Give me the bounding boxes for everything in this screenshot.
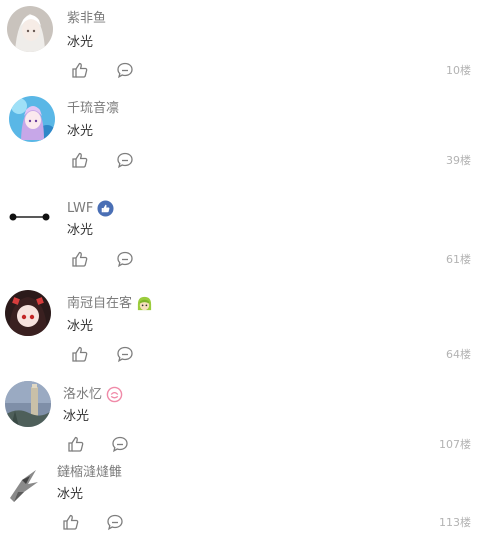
floor-number: 113楼	[439, 516, 471, 529]
like-icon[interactable]	[71, 250, 89, 268]
floor-number: 107楼	[439, 438, 471, 451]
like-icon[interactable]	[62, 513, 80, 531]
username-label[interactable]: 洛水忆	[63, 387, 102, 403]
avatar[interactable]	[7, 6, 53, 52]
reply-icon[interactable]	[111, 435, 129, 453]
floor-number: 39楼	[446, 154, 471, 167]
reply-icon[interactable]	[106, 513, 124, 531]
like-icon[interactable]	[67, 435, 85, 453]
reply-icon[interactable]	[116, 345, 134, 363]
reply-icon[interactable]	[116, 151, 134, 169]
avatar[interactable]	[2, 462, 48, 508]
username-label[interactable]: 鐽樎漨熢雔	[57, 465, 122, 481]
username[interactable]: 紫非鱼	[67, 11, 106, 27]
username-label[interactable]: 千琉音凛	[67, 101, 119, 117]
pink-smile-badge-icon	[106, 386, 123, 403]
comment-text: 冰光	[67, 319, 94, 334]
comment-text: 冰光	[67, 223, 94, 238]
thumb-badge-icon	[97, 200, 114, 217]
floor-number: 61楼	[446, 253, 471, 266]
comment-text: 冰光	[63, 409, 90, 424]
avatar[interactable]	[5, 290, 51, 336]
username-label[interactable]: LWF	[67, 201, 93, 217]
comment-text: 冰光	[67, 124, 94, 139]
like-icon[interactable]	[71, 345, 89, 363]
username-label[interactable]: 南冠自在客	[67, 296, 132, 312]
username[interactable]: 南冠自在客	[67, 295, 153, 312]
username[interactable]: 洛水忆	[63, 386, 123, 403]
like-icon[interactable]	[71, 61, 89, 79]
username[interactable]: 千琉音凛	[67, 101, 119, 117]
username-label[interactable]: 紫非鱼	[67, 11, 106, 27]
avatar[interactable]	[5, 381, 51, 427]
avatar[interactable]	[6, 194, 52, 240]
username[interactable]: 鐽樎漨熢雔	[57, 465, 122, 481]
comment-text: 冰光	[67, 35, 94, 50]
reply-icon[interactable]	[116, 250, 134, 268]
username[interactable]: LWF	[67, 200, 114, 217]
floor-number: 64楼	[446, 348, 471, 361]
green-hair-emoji-icon	[136, 295, 153, 312]
like-icon[interactable]	[71, 151, 89, 169]
floor-number: 10楼	[446, 64, 471, 77]
reply-icon[interactable]	[116, 61, 134, 79]
avatar[interactable]	[9, 96, 55, 142]
comment-text: 冰光	[57, 487, 84, 502]
